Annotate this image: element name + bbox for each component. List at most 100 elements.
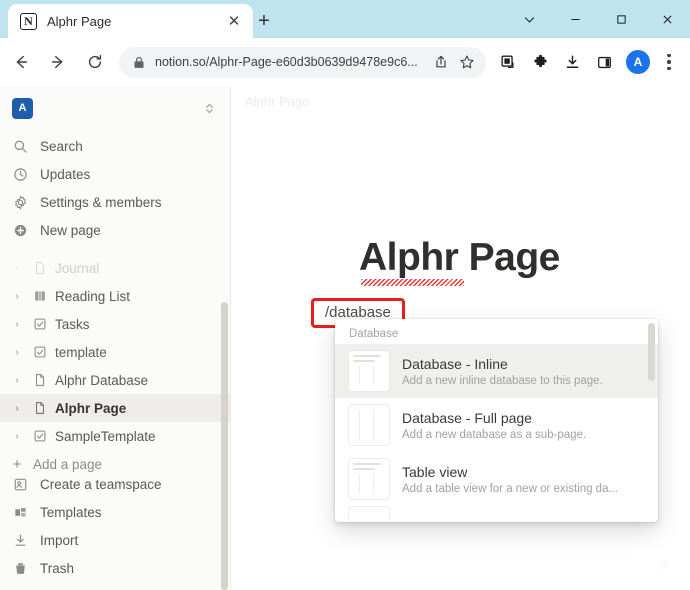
books-icon: [31, 288, 48, 305]
maximize-button[interactable]: [598, 0, 644, 38]
workspace-switcher[interactable]: A: [0, 86, 230, 130]
sidebar-scrollbar-thumb[interactable]: [221, 302, 228, 590]
browser-window: N Alphr Page ✕ + notion.so/Alphr-Page-e6…: [0, 0, 690, 590]
favicon-letter: N: [24, 14, 33, 28]
close-button[interactable]: [644, 0, 690, 38]
slash-menu-list: Database - Inline Add a new inline datab…: [335, 344, 658, 518]
trash-icon: [12, 560, 29, 577]
slash-menu-scrollbar[interactable]: [648, 323, 655, 517]
table-view-thumb-icon: [348, 458, 390, 500]
tab-title: Alphr Page: [47, 13, 112, 29]
sidebar-label: Tasks: [55, 316, 90, 332]
sidebar-bottom-nav: Create a teamspace Templates Import Tras…: [0, 470, 230, 582]
sidebar-item-alphr-database[interactable]: › Alphr Database: [0, 366, 230, 394]
slash-menu-scrollbar-thumb[interactable]: [648, 323, 655, 381]
chevron-right-icon[interactable]: ›: [10, 291, 24, 302]
sidebar-item-search[interactable]: Search: [0, 132, 230, 160]
page-icon: [31, 260, 48, 277]
tab-search-button[interactable]: [506, 0, 552, 38]
page-title[interactable]: Alphr Page: [359, 236, 560, 280]
chevron-right-icon[interactable]: ›: [10, 263, 24, 274]
url-text: notion.so/Alphr-Page-e60d3b0639d9478e9c6…: [155, 55, 418, 69]
sidebar-label: New page: [40, 222, 101, 238]
clock-icon: [12, 166, 29, 183]
sidebar-label: Templates: [40, 504, 102, 520]
sidebar-item-journal-cutoff[interactable]: › Journal: [0, 254, 230, 282]
chevron-up-down-icon[interactable]: [203, 102, 216, 115]
slash-menu-section-label: Database: [349, 328, 399, 340]
share-icon[interactable]: [428, 49, 454, 75]
minimize-button[interactable]: [552, 0, 598, 38]
gear-icon: [12, 194, 29, 211]
lock-icon: [133, 56, 145, 69]
title-bar: N Alphr Page ✕ +: [0, 0, 690, 38]
slash-item-name: Database - Inline: [402, 356, 508, 373]
search-icon: [12, 138, 29, 155]
notion-favicon-icon: N: [20, 12, 37, 30]
slash-menu-item-partial[interactable]: [335, 506, 658, 518]
slash-menu-item-database-inline[interactable]: Database - Inline Add a new inline datab…: [335, 344, 658, 398]
templates-icon: [12, 504, 29, 521]
checkbox-icon: [31, 428, 48, 445]
window-controls: [506, 0, 690, 38]
help-button[interactable]: ?: [654, 556, 674, 576]
forward-button[interactable]: [42, 46, 74, 78]
sidebar-label: Search: [40, 138, 83, 154]
star-icon[interactable]: [454, 49, 480, 75]
sidebar-item-updates[interactable]: Updates: [0, 160, 230, 188]
slash-menu-item-table-view[interactable]: Table view Add a table view for a new or…: [335, 452, 658, 506]
side-panel-icon[interactable]: [588, 46, 620, 78]
puzzle-icon[interactable]: [524, 46, 556, 78]
page-icon: [31, 400, 48, 417]
sidebar-item-import[interactable]: Import: [0, 526, 230, 554]
import-icon: [12, 532, 29, 549]
sidebar-item-sampletemplate[interactable]: › SampleTemplate: [0, 422, 230, 450]
sidebar-item-trash[interactable]: Trash: [0, 554, 230, 582]
sidebar-item-template[interactable]: › template: [0, 338, 230, 366]
close-tab-icon[interactable]: ✕: [223, 10, 245, 32]
sidebar-item-settings[interactable]: Settings & members: [0, 188, 230, 216]
sidebar-label: SampleTemplate: [55, 428, 156, 444]
sidebar-item-new-page[interactable]: New page: [0, 216, 230, 244]
database-fullpage-thumb-icon: [348, 404, 390, 446]
new-tab-button[interactable]: +: [250, 7, 278, 35]
breadcrumb[interactable]: Alphr Page: [245, 94, 309, 109]
chevron-right-icon[interactable]: ›: [10, 347, 24, 358]
slash-menu-item-database-full-page[interactable]: Database - Full page Add a new database …: [335, 398, 658, 452]
partial-thumb-icon: [348, 506, 390, 518]
profile-avatar[interactable]: A: [626, 50, 650, 74]
chevron-right-icon[interactable]: ›: [10, 431, 24, 442]
sidebar-scrollbar[interactable]: [221, 224, 228, 590]
slash-command-menu: Database Database - Inline Add a new inl…: [335, 319, 658, 522]
slash-item-description: Add a new inline database to this page.: [402, 374, 603, 387]
workspace-avatar: A: [12, 97, 33, 119]
screen-capture-icon[interactable]: [492, 46, 524, 78]
database-inline-thumb-icon: [348, 350, 390, 392]
back-button[interactable]: [5, 46, 37, 78]
sidebar-item-tasks[interactable]: › Tasks: [0, 310, 230, 338]
sidebar-label: Settings & members: [40, 194, 162, 210]
sidebar-item-create-teamspace[interactable]: Create a teamspace: [0, 470, 230, 498]
sidebar-item-templates[interactable]: Templates: [0, 498, 230, 526]
reload-button[interactable]: [79, 46, 111, 78]
chevron-right-icon[interactable]: ›: [10, 403, 24, 414]
notion-sidebar: A Search Updates Settings & members New …: [0, 86, 231, 590]
three-dot-menu-icon[interactable]: [656, 47, 682, 77]
chevron-right-icon[interactable]: ›: [10, 319, 24, 330]
browser-tab[interactable]: N Alphr Page ✕: [8, 4, 253, 38]
sidebar-item-reading-list[interactable]: › Reading List: [0, 282, 230, 310]
chevron-right-icon[interactable]: ›: [10, 375, 24, 386]
address-bar[interactable]: notion.so/Alphr-Page-e60d3b0639d9478e9c6…: [119, 46, 486, 78]
sidebar-label: Journal: [55, 260, 100, 276]
plus-circle-icon: [12, 222, 29, 239]
sidebar-label: Create a teamspace: [40, 476, 162, 492]
toolbar-actions: A: [492, 46, 690, 78]
slash-item-name: Table view: [402, 464, 468, 481]
sidebar-label: Trash: [40, 560, 75, 576]
checkbox-icon: [31, 344, 48, 361]
download-icon[interactable]: [556, 46, 588, 78]
page-icon: [31, 372, 48, 389]
sidebar-label: Updates: [40, 166, 91, 182]
sidebar-item-alphr-page[interactable]: › Alphr Page: [0, 394, 230, 422]
checkbox-icon: [31, 316, 48, 333]
